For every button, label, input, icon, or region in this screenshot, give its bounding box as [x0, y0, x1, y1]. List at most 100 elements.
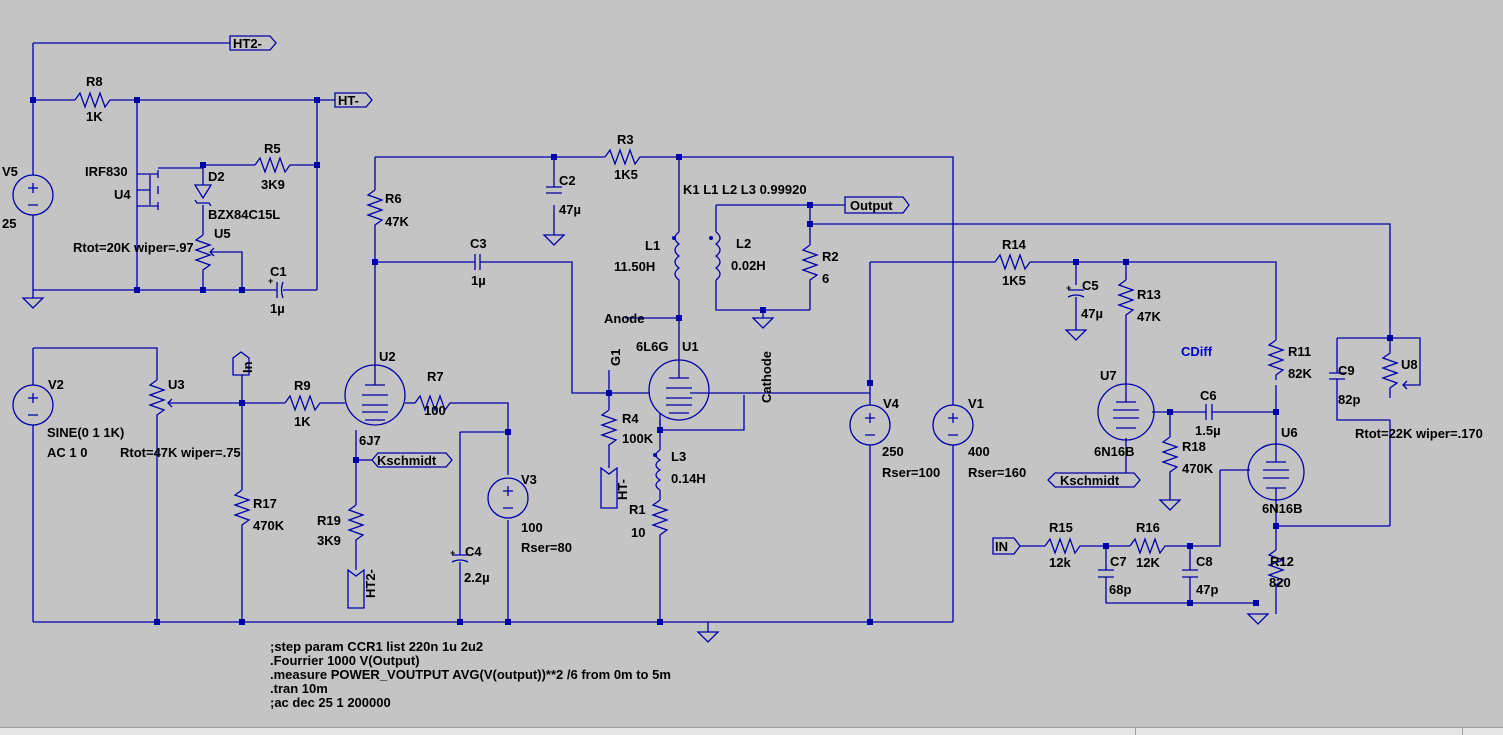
schematic-canvas[interactable]: + + + HT2- HT- Output In Kschmidt HT- HT… — [0, 0, 1503, 734]
r3-ref: R3 — [617, 132, 634, 147]
c6-body — [1205, 404, 1213, 420]
r11-value: 82K — [1288, 366, 1312, 381]
c3-ref: C3 — [470, 236, 487, 251]
r2-value: 6 — [822, 271, 829, 286]
kschmidt-b-label: Kschmidt — [1060, 473, 1120, 488]
v5-value: 25 — [2, 216, 16, 231]
r16-body — [1129, 537, 1170, 555]
r17-value: 470K — [253, 518, 285, 533]
r19-value: 3K9 — [317, 533, 341, 548]
kschmidt-a-label: Kschmidt — [377, 453, 437, 468]
r6-ref: R6 — [385, 191, 402, 206]
u8-value: Rtot=22K wiper=.170 — [1355, 426, 1483, 441]
c1-value: 1µ — [270, 301, 285, 316]
directive-line: ;ac dec 25 1 200000 — [270, 695, 391, 710]
r17-ref: R17 — [253, 496, 277, 511]
r9-ref: R9 — [294, 378, 311, 393]
c2-ref: C2 — [559, 173, 576, 188]
potentiometers[interactable] — [148, 234, 1408, 420]
l2-value: 0.02H — [731, 258, 766, 273]
r12-value: 820 — [1269, 575, 1291, 590]
r13-ref: R13 — [1137, 287, 1161, 302]
c5-value: 47µ — [1081, 306, 1103, 321]
u1-ref: U1 — [682, 339, 699, 354]
zener-d2[interactable] — [193, 184, 213, 207]
wires[interactable] — [32, 42, 1421, 632]
v3-value2: Rser=80 — [521, 540, 572, 555]
r5-ref: R5 — [264, 141, 281, 156]
r3-value: 1K5 — [614, 167, 638, 182]
r17-body — [233, 489, 251, 535]
coupling-label: K1 L1 L2 L3 0.99920 — [683, 182, 807, 197]
d2-value: BZX84C15L — [208, 207, 280, 222]
u2-tube — [344, 364, 406, 426]
l1-value: 11.50H — [614, 259, 655, 274]
r12-ref: R12 — [1270, 554, 1294, 569]
spice-directives[interactable]: ;step param CCR1 list 220n 1u 2u2 .Fourr… — [270, 639, 671, 710]
capacitors[interactable]: + + + — [268, 186, 1345, 585]
r1-ref: R1 — [629, 502, 646, 517]
c5-ref: C5 — [1082, 278, 1099, 293]
cdiff-label: CDiff — [1181, 344, 1213, 359]
c7-body — [1098, 569, 1114, 580]
v2-value2: AC 1 0 — [47, 445, 87, 460]
directive-line: .Fourrier 1000 V(Output) — [270, 653, 420, 668]
v4-ref: V4 — [883, 396, 900, 411]
ht2-top-label: HT2- — [233, 36, 262, 51]
u5-value: Rtot=20K wiper=.97 — [73, 240, 194, 255]
svg-text:+: + — [1066, 283, 1071, 293]
c2-value: 47µ — [559, 202, 581, 217]
c8-value: 47p — [1196, 582, 1218, 597]
directive-line: ;step param CCR1 list 220n 1u 2u2 — [270, 639, 483, 654]
r4-value: 100K — [622, 431, 654, 446]
c7-ref: C7 — [1110, 554, 1127, 569]
v1-value: 400 — [968, 444, 990, 459]
l3-ref: L3 — [671, 449, 686, 464]
r9-body — [284, 394, 325, 412]
u1-tube — [648, 359, 710, 430]
u7-ref: U7 — [1100, 368, 1117, 383]
r4-body — [600, 409, 618, 450]
tubes[interactable] — [344, 359, 1305, 501]
r16-value: 12K — [1136, 555, 1160, 570]
u1-value: 6L6G — [636, 339, 669, 354]
c8-body — [1182, 569, 1198, 580]
net-flags[interactable] — [229, 35, 1141, 609]
u7-value: 6N16B — [1094, 444, 1134, 459]
ht2-bottom-label: HT2- — [363, 569, 378, 598]
r14-value: 1K5 — [1002, 273, 1026, 288]
ht2-bottom-flag — [347, 568, 365, 609]
v2-ref: V2 — [48, 377, 64, 392]
v4-value2: Rser=100 — [882, 465, 940, 480]
c3-body — [472, 254, 482, 270]
output-label: Output — [850, 198, 893, 213]
u2-value: 6J7 — [359, 433, 381, 448]
svg-text:+: + — [450, 548, 455, 558]
r11-body — [1267, 339, 1285, 380]
r14-body — [994, 253, 1035, 271]
c6-ref: C6 — [1200, 388, 1217, 403]
directive-line: .measure POWER_VOUTPUT AVG(V(output))**2… — [270, 667, 671, 682]
cathode-label: Cathode — [759, 351, 774, 403]
l3-value: 0.14H — [671, 471, 706, 486]
ht-top-label: HT- — [338, 93, 359, 108]
in-a-label: In — [240, 361, 255, 373]
schematic-svg[interactable]: + + + HT2- HT- Output In Kschmidt HT- HT… — [0, 0, 1503, 727]
r6-value: 47K — [385, 214, 409, 229]
l2-ref: L2 — [736, 236, 751, 251]
v5-body — [12, 174, 54, 216]
l2-body — [714, 231, 721, 281]
c4-ref: C4 — [465, 544, 482, 559]
c7-value: 68p — [1109, 582, 1131, 597]
r2-body — [801, 244, 819, 285]
r1-body — [651, 499, 669, 540]
r18-ref: R18 — [1182, 439, 1206, 454]
r8-value: 1K — [86, 109, 103, 124]
c1-body — [272, 281, 288, 299]
r14-ref: R14 — [1002, 237, 1027, 252]
v3-value: 100 — [521, 520, 543, 535]
r18-value: 470K — [1182, 461, 1214, 476]
u4-value: IRF830 — [85, 164, 128, 179]
c9-value: 82p — [1338, 392, 1360, 407]
mosfet-u4[interactable] — [137, 170, 159, 210]
